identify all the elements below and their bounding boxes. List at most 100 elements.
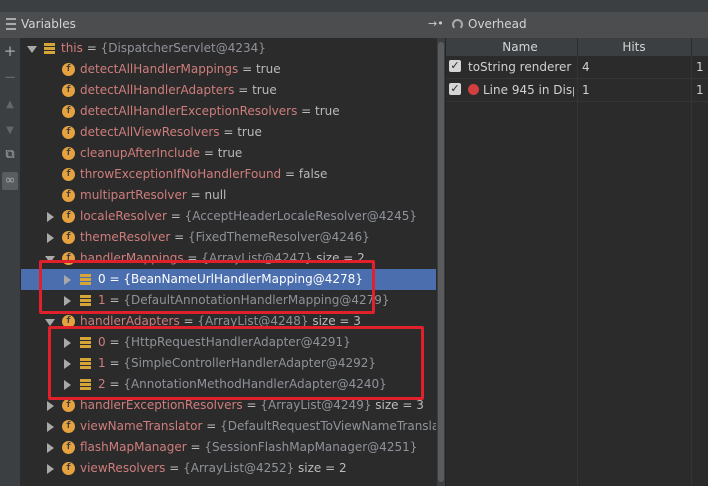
highlight-box-mappings bbox=[39, 260, 375, 314]
overhead-title: Overhead bbox=[452, 17, 527, 31]
minus-icon[interactable]: − bbox=[2, 68, 18, 86]
expand-arrow-right-icon[interactable] bbox=[47, 212, 54, 222]
plus-icon[interactable]: + bbox=[2, 42, 18, 60]
equals-sign: = bbox=[200, 146, 218, 160]
tree-row[interactable]: f detectAllHandlerExceptionResolvers = tr… bbox=[21, 101, 436, 122]
column-header-hits[interactable]: Hits bbox=[578, 40, 690, 54]
overhead-table-header: Name Hits bbox=[446, 38, 708, 57]
variable-name: cleanupAfterInclude bbox=[80, 146, 200, 160]
copy-icon[interactable]: ⧉ bbox=[2, 146, 18, 164]
enabled-checkbox[interactable]: ✓ bbox=[449, 83, 461, 95]
panel-title-bar: Variables →• Overhead bbox=[0, 12, 708, 38]
expand-arrow-down-icon[interactable] bbox=[45, 319, 55, 326]
variable-name: multipartResolver bbox=[80, 188, 187, 202]
variable-value: {AcceptHeaderLocaleResolver@4245} bbox=[184, 209, 417, 223]
tree-row-text: themeResolver = {FixedThemeResolver@4246… bbox=[80, 230, 370, 244]
scrollbar-thumb[interactable] bbox=[438, 42, 444, 482]
enabled-checkbox[interactable]: ✓ bbox=[449, 60, 461, 72]
field-icon: f bbox=[62, 63, 75, 76]
pin-icon[interactable]: →• bbox=[428, 17, 444, 30]
expand-arrow-right-icon[interactable] bbox=[47, 464, 54, 474]
equals-sign: = bbox=[186, 188, 205, 202]
field-icon: f bbox=[62, 84, 75, 97]
expand-arrow-right-icon[interactable] bbox=[47, 422, 54, 432]
variable-value: {DefaultRequestToViewNameTranslator@4250… bbox=[220, 419, 436, 433]
overhead-title-label: Overhead bbox=[468, 17, 527, 31]
menu-icon[interactable] bbox=[6, 18, 16, 30]
expand-arrow-right-icon[interactable] bbox=[47, 401, 54, 411]
tree-row-text: throwExceptionIfNoHandlerFound = false bbox=[80, 167, 327, 181]
field-icon: f bbox=[62, 420, 75, 433]
collection-size: size = 2 bbox=[294, 461, 347, 475]
variable-name: detectAllHandlerExceptionResolvers bbox=[80, 104, 298, 118]
tree-row[interactable]: f cleanupAfterInclude = true bbox=[21, 143, 436, 164]
variable-name: throwExceptionIfNoHandlerFound bbox=[80, 167, 282, 181]
extra-value: 1 bbox=[696, 60, 704, 74]
equals-sign: = bbox=[281, 167, 299, 181]
variable-value: false bbox=[298, 167, 328, 181]
breakpoint-icon bbox=[468, 84, 479, 95]
tree-row-text: viewResolvers = {ArrayList@4252} size = … bbox=[80, 461, 347, 475]
object-stack-icon bbox=[43, 42, 56, 55]
tree-row[interactable]: f themeResolver = {FixedThemeResolver@424… bbox=[21, 227, 436, 248]
extra-value: 1 bbox=[696, 83, 704, 97]
tree-row[interactable]: f multipartResolver = null bbox=[21, 185, 436, 206]
variable-name: handlerExceptionResolvers bbox=[80, 398, 243, 412]
equals-sign: = bbox=[219, 125, 238, 139]
table-row[interactable]: ✓ Line 945 in DispatcherServlet 1 1 bbox=[446, 79, 708, 102]
variable-value: true bbox=[315, 104, 340, 118]
tree-row[interactable]: f detectAllHandlerMappings = true bbox=[21, 59, 436, 80]
tree-row[interactable]: f localeResolver = {AcceptHeaderLocaleRes… bbox=[21, 206, 436, 227]
equals-sign: = bbox=[170, 230, 188, 244]
variable-name: detectAllViewResolvers bbox=[80, 125, 220, 139]
tree-row[interactable]: f viewNameTranslator = {DefaultRequestToV… bbox=[21, 416, 436, 437]
variable-name: detectAllHandlerAdapters bbox=[80, 83, 235, 97]
header-bar: Variables →• Overhead bbox=[0, 0, 708, 38]
tree-row-text: detectAllHandlerAdapters = true bbox=[80, 83, 277, 97]
hits-value: 1 bbox=[582, 83, 590, 97]
tree-row[interactable]: f viewResolvers = {ArrayList@4252} size =… bbox=[21, 458, 436, 479]
column-header-name[interactable]: Name bbox=[464, 40, 576, 54]
field-icon: f bbox=[62, 462, 75, 475]
expand-arrow-right-icon[interactable] bbox=[47, 443, 54, 453]
breakpoint-name: Line 945 in DispatcherServlet bbox=[483, 83, 574, 97]
variable-name: localeResolver bbox=[80, 209, 167, 223]
variable-value: true bbox=[217, 146, 243, 160]
down-arrow-icon[interactable]: ▼ bbox=[2, 122, 18, 140]
variable-value: {SessionFlashMapManager@4251} bbox=[204, 440, 418, 454]
tree-row[interactable]: f flashMapManager = {SessionFlashMapManag… bbox=[21, 437, 436, 458]
hits-value: 4 bbox=[582, 60, 590, 74]
variable-value: {DispatcherServlet@4234} bbox=[100, 41, 266, 55]
variable-name: viewResolvers bbox=[80, 461, 166, 475]
up-arrow-icon[interactable]: ▲ bbox=[2, 96, 18, 114]
tree-scrollbar[interactable] bbox=[436, 38, 445, 486]
tree-row[interactable]: f throwExceptionIfNoHandlerFound = false bbox=[21, 164, 436, 185]
field-icon: f bbox=[62, 168, 75, 181]
field-icon: f bbox=[62, 210, 75, 223]
variable-value: {ArrayList@4249} bbox=[260, 398, 372, 412]
tree-row-text: viewNameTranslator = {DefaultRequestToVi… bbox=[80, 419, 436, 433]
field-icon: f bbox=[62, 399, 75, 412]
variables-title: Variables bbox=[6, 17, 76, 31]
tree-row[interactable]: this = {DispatcherServlet@4234} bbox=[21, 38, 436, 59]
variable-name: viewNameTranslator bbox=[80, 419, 203, 433]
glasses-icon[interactable]: ∞ bbox=[2, 172, 18, 190]
equals-sign: = bbox=[234, 83, 253, 97]
variables-toolbar: + − ▲ ▼ ⧉ ∞ bbox=[0, 38, 21, 486]
table-row[interactable]: ✓ toString renderer 4 1 bbox=[446, 56, 708, 79]
field-icon: f bbox=[62, 189, 75, 202]
variable-name: detectAllHandlerMappings bbox=[80, 62, 239, 76]
renderer-name: toString renderer bbox=[468, 60, 572, 74]
tree-row[interactable]: f detectAllHandlerAdapters = true bbox=[21, 80, 436, 101]
equals-sign: = bbox=[186, 440, 205, 454]
tree-row[interactable]: f detectAllViewResolvers = true bbox=[21, 122, 436, 143]
field-icon: f bbox=[62, 147, 75, 160]
expand-arrow-down-icon[interactable] bbox=[27, 46, 37, 53]
expand-arrow-right-icon[interactable] bbox=[47, 233, 54, 243]
variable-name: this bbox=[61, 41, 83, 55]
variable-value: null bbox=[204, 188, 227, 202]
variable-value: {ArrayList@4252} bbox=[183, 461, 295, 475]
field-icon: f bbox=[62, 126, 75, 139]
variable-name: themeResolver bbox=[80, 230, 171, 244]
equals-sign: = bbox=[165, 461, 184, 475]
